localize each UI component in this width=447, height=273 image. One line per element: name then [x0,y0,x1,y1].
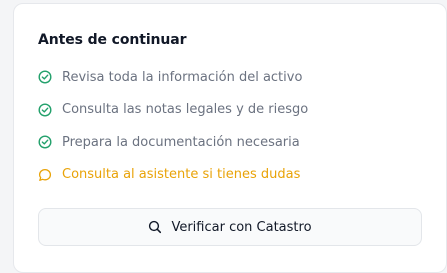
check-circle-icon [38,70,52,84]
checklist-item: Revisa toda la información del activo [38,66,308,88]
checklist-item-label: Revisa toda la información del activo [62,69,303,85]
checklist-item: Prepara la documentación necesaria [38,131,308,153]
check-circle-icon [38,102,52,117]
card-title: Antes de continuar [38,32,187,48]
chat-bubble-icon [38,168,52,182]
checklist-item-label: Consulta al asistente si tienes dudas [62,167,301,182]
checklist-item-assistant: Consulta al asistente si tienes dudas [38,164,308,186]
checklist: Revisa toda la información del activo Co… [38,66,308,196]
checklist-item: Consulta las notas legales y de riesgo [38,99,308,121]
verify-button-label: Verificar con Catastro [171,219,312,235]
checklist-item-label: Consulta las notas legales y de riesgo [62,102,309,117]
check-circle-icon [38,135,52,149]
checklist-item-label: Prepara la documentación necesaria [62,134,300,150]
verify-catastro-button[interactable]: Verificar con Catastro [38,208,422,246]
search-icon [148,220,162,234]
pre-continue-card: Antes de continuar Revisa toda la inform… [13,3,447,273]
